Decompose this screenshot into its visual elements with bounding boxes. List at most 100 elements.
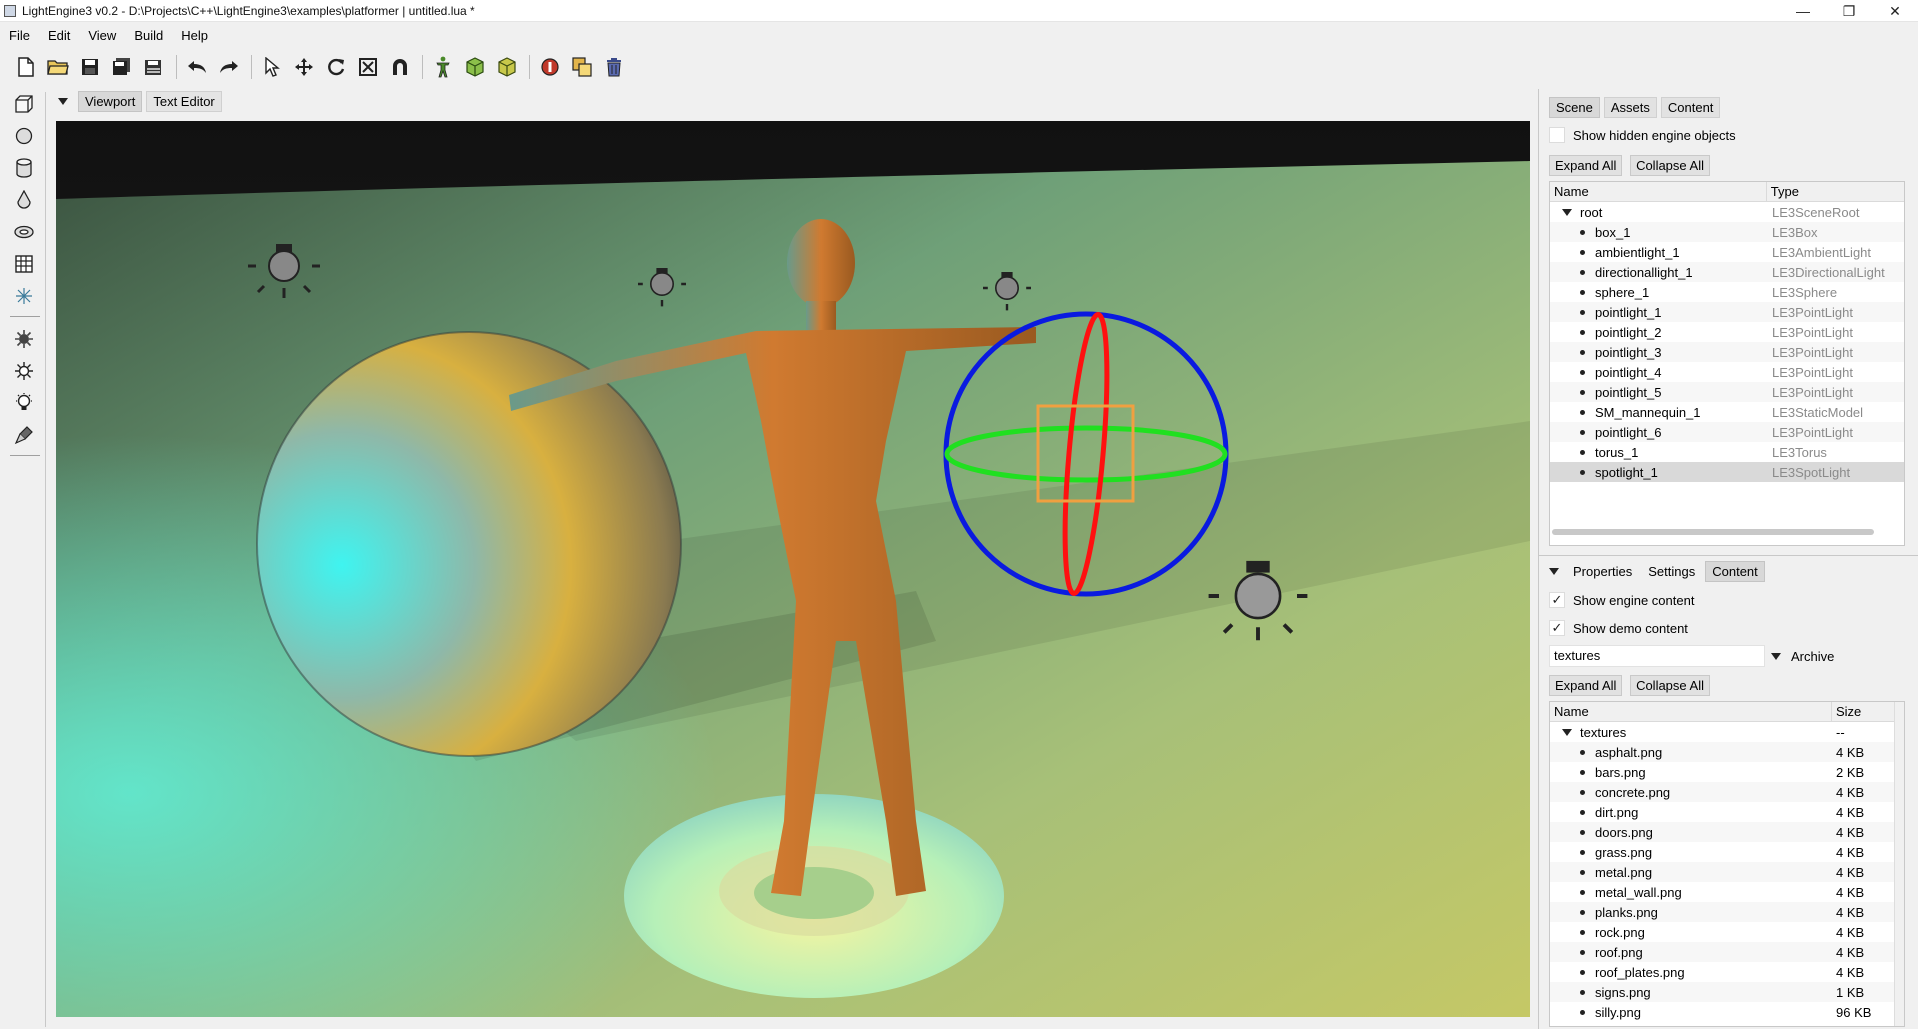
menu-help[interactable]: Help [172,28,217,43]
table-row[interactable]: directionallight_1 LE3DirectionalLight [1550,262,1904,282]
chevron-down-icon[interactable] [58,97,68,105]
table-row[interactable]: pointlight_6 LE3PointLight [1550,422,1904,442]
rotate-icon[interactable] [324,55,348,79]
horizontal-scrollbar[interactable] [1552,529,1874,535]
close-button[interactable]: ✕ [1872,0,1918,22]
table-row[interactable]: bars.png 2 KB [1550,762,1904,782]
table-row[interactable]: SM_mannequin_1 LE3StaticModel [1550,402,1904,422]
save-all-icon[interactable] [110,55,134,79]
sphere-object[interactable] [257,332,681,756]
column-header-size[interactable]: Size [1832,702,1896,721]
table-row[interactable]: concrete.png 4 KB [1550,782,1904,802]
table-row[interactable]: doors.png 4 KB [1550,822,1904,842]
torus-object[interactable] [624,794,1004,998]
table-row[interactable]: pointlight_1 LE3PointLight [1550,302,1904,322]
show-engine-checkbox[interactable]: ✓ [1549,592,1565,608]
open-folder-icon[interactable] [46,55,70,79]
add-drop-icon[interactable] [12,188,36,212]
archive-label[interactable]: Archive [1791,649,1834,664]
column-header-name[interactable]: Name [1550,702,1832,721]
collapse-all-button[interactable]: Collapse All [1630,155,1710,176]
add-cylinder-icon[interactable] [12,156,36,180]
table-row[interactable]: asphalt.png 4 KB [1550,742,1904,762]
content-filter-combo[interactable]: textures Archive [1549,645,1834,667]
character-icon[interactable] [431,55,455,79]
snap-magnet-icon[interactable] [388,55,412,79]
table-row[interactable]: roof_plates.png 4 KB [1550,962,1904,982]
add-sphere-icon[interactable] [12,124,36,148]
add-point-light-icon[interactable] [12,359,36,383]
tree-root-row[interactable]: textures -- [1550,722,1904,742]
table-row[interactable]: planks.png 4 KB [1550,902,1904,922]
delete-trash-icon[interactable] [602,55,626,79]
table-row[interactable]: signs.png 1 KB [1550,982,1904,1002]
add-grid-icon[interactable] [12,252,36,276]
new-file-icon[interactable] [14,55,38,79]
tab-content[interactable]: Content [1660,97,1721,118]
table-row[interactable]: spotlight_1 LE3SpotLight [1550,462,1904,482]
tab-viewport[interactable]: Viewport [78,90,143,112]
save-as-icon[interactable] [142,55,166,79]
select-arrow-icon[interactable] [260,55,284,79]
add-directional-light-icon[interactable] [12,284,36,308]
table-row[interactable]: rock.png 4 KB [1550,922,1904,942]
menu-build[interactable]: Build [125,28,172,43]
add-box-icon[interactable] [12,92,36,116]
scene-tree[interactable]: Name Type root LE3SceneRoot box_1 LE3Box amb… [1549,181,1905,546]
table-row[interactable]: grass.png 4 KB [1550,842,1904,862]
maximize-button[interactable]: ❐ [1826,0,1872,22]
table-row[interactable]: pointlight_5 LE3PointLight [1550,382,1904,402]
expand-triangle-icon[interactable] [1562,208,1572,216]
menu-view[interactable]: View [79,28,125,43]
table-row[interactable]: ambientlight_1 LE3AmbientLight [1550,242,1904,262]
add-bulb-icon[interactable] [12,391,36,415]
expand-triangle-icon[interactable] [1562,728,1572,736]
column-header-type[interactable]: Type [1767,182,1904,201]
vertical-scrollbar[interactable] [1894,702,1904,1026]
add-ambient-light-icon[interactable] [12,327,36,351]
column-header-name[interactable]: Name [1550,182,1767,201]
table-row[interactable]: roof.png 4 KB [1550,942,1904,962]
chevron-down-icon[interactable] [1765,645,1787,667]
show-demo-checkbox[interactable]: ✓ [1549,620,1565,636]
collapse-all-button[interactable]: Collapse All [1630,675,1710,696]
content-tree[interactable]: Name Size textures -- asphalt.png 4 KB bars.… [1549,701,1905,1027]
tab-assets[interactable]: Assets [1603,97,1657,118]
show-hidden-checkbox[interactable] [1549,127,1565,143]
scale-icon[interactable] [356,55,380,79]
chevron-down-icon[interactable] [1549,568,1559,575]
tab-settings[interactable]: Settings [1642,562,1701,581]
redo-icon[interactable] [217,55,241,79]
add-spotlight-icon[interactable] [12,423,36,447]
tree-root-row[interactable]: root LE3SceneRoot [1550,202,1904,222]
table-row[interactable]: sphere_1 LE3Sphere [1550,282,1904,302]
tab-properties[interactable]: Properties [1567,562,1638,581]
table-row[interactable]: pointlight_3 LE3PointLight [1550,342,1904,362]
table-row[interactable]: pointlight_4 LE3PointLight [1550,362,1904,382]
tab-content[interactable]: Content [1705,561,1765,582]
minimize-button[interactable]: — [1780,0,1826,22]
expand-all-button[interactable]: Expand All [1549,155,1623,176]
tab-text-editor[interactable]: Text Editor [146,90,222,112]
table-row[interactable]: torus_1 LE3Torus [1550,442,1904,462]
package-box-icon[interactable] [495,55,519,79]
table-row[interactable]: metal.png 4 KB [1550,862,1904,882]
table-row[interactable]: box_1 LE3Box [1550,222,1904,242]
table-row[interactable]: silly.png 96 KB [1550,1002,1904,1022]
save-icon[interactable] [78,55,102,79]
menu-file[interactable]: File [0,28,39,43]
move-icon[interactable] [292,55,316,79]
stop-record-icon[interactable] [538,55,562,79]
table-row[interactable]: metal_wall.png 4 KB [1550,882,1904,902]
undo-icon[interactable] [185,55,209,79]
tab-scene[interactable]: Scene [1549,97,1600,118]
menu-edit[interactable]: Edit [39,28,79,43]
table-row[interactable]: dirt.png 4 KB [1550,802,1904,822]
add-torus-icon[interactable] [12,220,36,244]
3d-viewport[interactable] [56,121,1530,1017]
table-row[interactable]: pointlight_2 LE3PointLight [1550,322,1904,342]
duplicate-icon[interactable] [570,55,594,79]
build-box-icon[interactable] [463,55,487,79]
expand-all-button[interactable]: Expand All [1549,675,1623,696]
content-filter-value[interactable]: textures [1549,645,1765,667]
